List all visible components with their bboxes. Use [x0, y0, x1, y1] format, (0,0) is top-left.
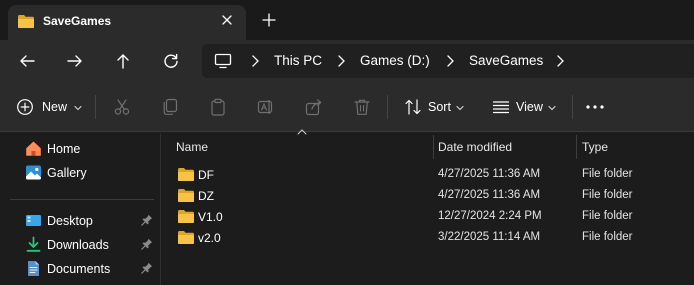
view-list-icon — [492, 101, 510, 114]
pin-icon[interactable] — [141, 262, 153, 274]
toolbar-divider — [95, 95, 96, 119]
sort-icon — [405, 99, 421, 115]
desktop-icon — [26, 215, 41, 226]
tab-title: SaveGames — [43, 14, 112, 28]
file-type: File folder — [582, 231, 633, 243]
nav-label: Downloads — [47, 238, 109, 252]
documents-icon — [28, 261, 39, 276]
nav-item-home[interactable]: Home — [0, 138, 158, 160]
breadcrumb-games-drive[interactable]: Games (D:) — [360, 53, 430, 68]
delete-icon[interactable] — [353, 98, 371, 116]
pin-icon[interactable] — [141, 214, 153, 226]
column-divider[interactable] — [433, 135, 434, 159]
table-row[interactable]: V1.0 12/27/2024 2:24 PM File folder — [161, 206, 694, 227]
file-date-modified: 12/27/2024 2:24 PM — [438, 210, 542, 222]
up-arrow-icon[interactable] — [114, 52, 132, 70]
nav-label: Home — [47, 142, 81, 156]
navigation-pane: Home Gallery Desktop Downloads Documents — [0, 133, 160, 285]
table-row[interactable]: DZ 4/27/2025 11:36 AM File folder — [161, 185, 694, 206]
table-row[interactable]: v2.0 3/22/2025 11:14 AM File folder — [161, 227, 694, 248]
nav-item-documents[interactable]: Documents — [0, 258, 158, 280]
plus-circle-icon — [17, 99, 33, 115]
nav-item-gallery[interactable]: Gallery — [0, 162, 158, 184]
file-name: V1.0 — [198, 210, 223, 224]
column-divider[interactable] — [576, 135, 577, 159]
file-name: DZ — [198, 189, 214, 203]
chevron-down-icon — [456, 105, 464, 111]
home-icon — [26, 141, 41, 156]
copy-icon[interactable] — [161, 98, 179, 116]
nav-divider — [10, 199, 154, 200]
cut-icon[interactable] — [113, 98, 131, 116]
close-icon[interactable] — [220, 13, 234, 27]
toolbar-divider — [387, 95, 388, 119]
chevron-right-icon[interactable] — [446, 55, 454, 67]
nav-label: Documents — [47, 262, 111, 276]
plus-icon[interactable] — [262, 13, 276, 27]
file-name: v2.0 — [198, 231, 221, 245]
breadcrumb-savegames[interactable]: SaveGames — [469, 53, 543, 68]
sort-ascending-icon — [297, 129, 307, 135]
file-list: Name Date modified Type DF 4/27/2025 11:… — [161, 129, 694, 285]
pin-icon[interactable] — [141, 238, 153, 250]
file-date-modified: 4/27/2025 11:36 AM — [438, 168, 541, 180]
gallery-icon — [26, 165, 41, 180]
toolbar-divider — [572, 95, 573, 119]
title-bar: SaveGames — [0, 0, 694, 40]
nav-label: Gallery — [47, 166, 87, 180]
this-pc-icon[interactable] — [214, 53, 232, 69]
rename-icon[interactable] — [257, 98, 275, 116]
new-button-label: New — [42, 100, 68, 114]
file-type: File folder — [582, 189, 633, 201]
paste-icon[interactable] — [209, 98, 227, 116]
file-name: DF — [198, 168, 214, 182]
column-headers: Name Date modified Type — [161, 129, 694, 159]
address-bar[interactable]: This PC Games (D:) SaveGames — [202, 44, 694, 78]
file-date-modified: 4/27/2025 11:36 AM — [438, 189, 541, 201]
file-type: File folder — [582, 210, 633, 222]
folder-icon — [178, 231, 194, 244]
folder-icon — [178, 210, 194, 223]
breadcrumb-this-pc[interactable]: This PC — [274, 53, 322, 68]
nav-label: Desktop — [47, 214, 93, 228]
view-button[interactable]: View — [486, 94, 564, 120]
tab-savegames[interactable]: SaveGames — [8, 5, 246, 40]
column-header-date-modified[interactable]: Date modified — [438, 140, 512, 154]
chevron-right-icon[interactable] — [337, 55, 345, 67]
chevron-down-icon — [74, 105, 82, 111]
column-header-name[interactable]: Name — [176, 140, 208, 154]
view-button-label: View — [516, 100, 543, 114]
chevron-down-icon — [548, 105, 556, 111]
navigation-row: This PC Games (D:) SaveGames — [0, 40, 694, 82]
column-header-type[interactable]: Type — [582, 140, 608, 154]
file-date-modified: 3/22/2025 11:14 AM — [438, 231, 541, 243]
nav-item-downloads[interactable]: Downloads — [0, 234, 158, 256]
new-button[interactable]: New — [12, 94, 84, 120]
folder-icon — [178, 168, 194, 181]
folder-icon — [18, 15, 34, 28]
chevron-right-icon[interactable] — [556, 55, 564, 67]
back-arrow-icon[interactable] — [18, 52, 36, 70]
forward-arrow-icon[interactable] — [66, 52, 84, 70]
command-bar: New Sort View — [0, 82, 694, 132]
file-type: File folder — [582, 168, 633, 180]
refresh-icon[interactable] — [162, 52, 180, 70]
downloads-icon — [26, 236, 41, 252]
sort-button-label: Sort — [428, 100, 451, 114]
nav-item-desktop[interactable]: Desktop — [0, 210, 158, 232]
sort-button[interactable]: Sort — [398, 94, 470, 120]
share-icon[interactable] — [305, 98, 323, 116]
chevron-right-icon[interactable] — [251, 55, 259, 67]
more-options-icon[interactable] — [584, 98, 606, 116]
table-row[interactable]: DF 4/27/2025 11:36 AM File folder — [161, 164, 694, 185]
folder-icon — [178, 189, 194, 202]
